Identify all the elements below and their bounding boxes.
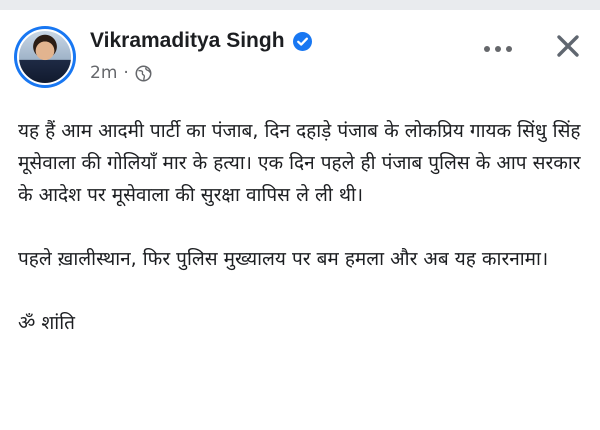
post-paragraph: पहले ख़ालीस्थान, फिर पुलिस मुख्यालय पर ब… xyxy=(18,248,549,270)
close-button[interactable] xyxy=(548,28,588,68)
author-row: Vikramaditya Singh xyxy=(90,26,312,56)
post-text: यह हैं आम आदमी पार्टी का पंजाब, दिन दहाड… xyxy=(18,115,590,339)
meta-separator: · xyxy=(123,63,129,83)
author-name[interactable]: Vikramaditya Singh xyxy=(90,29,285,53)
close-icon xyxy=(556,34,580,62)
globe-icon[interactable] xyxy=(135,65,152,82)
post-timestamp[interactable]: 2m xyxy=(90,63,117,83)
post-paragraph: ॐ शांति xyxy=(18,312,75,334)
profile-photo xyxy=(17,29,73,85)
more-horizontal-icon xyxy=(483,38,513,57)
avatar[interactable] xyxy=(14,26,76,88)
verified-badge-icon xyxy=(292,31,312,51)
post-paragraph: यह हैं आम आदमी पार्टी का पंजाब, दिन दहाड… xyxy=(18,120,581,206)
top-strip xyxy=(0,0,600,10)
post-meta: 2m · xyxy=(90,62,152,84)
post-card: Vikramaditya Singh 2m · यह हैं आम आदमी प… xyxy=(0,10,600,430)
more-options-button[interactable] xyxy=(478,32,518,62)
